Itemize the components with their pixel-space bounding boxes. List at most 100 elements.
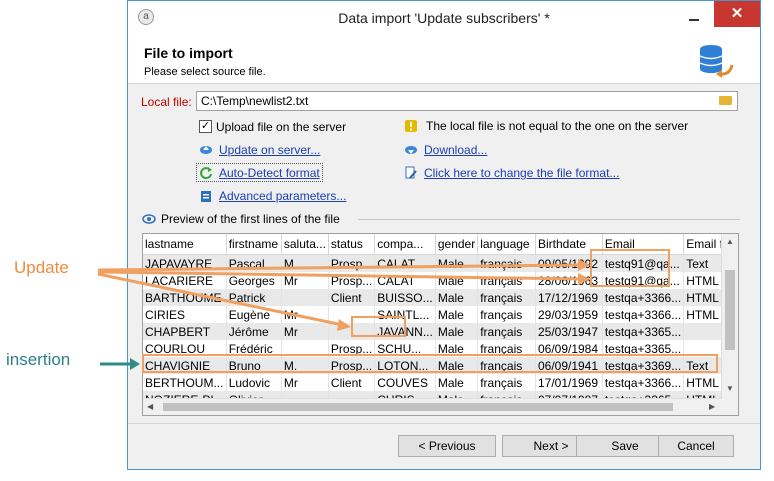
- advanced-parameters-link[interactable]: Advanced parameters...: [219, 189, 346, 203]
- auto-detect-format-link[interactable]: Auto-Detect format: [219, 166, 320, 180]
- upload-file-label: Upload file on the server: [216, 120, 347, 134]
- table-cell: français: [477, 254, 536, 272]
- table-cell: Male: [435, 289, 479, 306]
- table-cell: testqa+3366...: [602, 306, 685, 323]
- table-cell: COUVES: [374, 374, 436, 391]
- table-row[interactable]: BARTHOUME Patrick Client BUISSO... Male franç…: [143, 289, 738, 306]
- scroll-down-icon[interactable]: ▼: [726, 384, 734, 393]
- table-cell: Male: [435, 374, 479, 391]
- vertical-scroll-thumb[interactable]: [725, 270, 735, 350]
- table-cell: Mr: [281, 323, 329, 340]
- table-cell: Prosp...: [328, 254, 376, 272]
- table-cell: Georges: [226, 272, 282, 289]
- table-cell: français: [477, 272, 536, 289]
- preview-column-header[interactable]: lastname: [143, 234, 227, 255]
- table-cell: Male: [435, 254, 479, 272]
- download-cloud-icon: [405, 146, 417, 154]
- horizontal-scrollbar[interactable]: ◀ ▶: [143, 398, 722, 415]
- scroll-right-icon[interactable]: ▶: [709, 402, 715, 411]
- file-mismatch-warning: The local file is not equal to the one o…: [426, 119, 689, 133]
- clipboard-parameters-icon: [201, 191, 211, 202]
- cancel-button[interactable]: Cancel: [658, 435, 734, 457]
- insertion-annotation-label: insertion: [6, 350, 71, 369]
- preview-column-header[interactable]: status: [328, 234, 376, 255]
- preview-section-label: Preview of the first lines of the file: [161, 212, 340, 226]
- update-company-highlight: [351, 316, 406, 337]
- footer-separator: [128, 423, 760, 424]
- table-cell: BERTHOUM...: [143, 374, 227, 391]
- table-cell: Client: [328, 289, 376, 306]
- eye-icon: [142, 214, 156, 224]
- table-cell: Ludovic: [226, 374, 282, 391]
- change-file-format-link[interactable]: Click here to change the file format...: [424, 166, 619, 180]
- table-cell: 17/01/1969: [535, 374, 603, 391]
- import-dialog-window: a Data import 'Update subscribers' * ✕ F…: [127, 0, 761, 470]
- table-cell: français: [477, 323, 536, 340]
- table-cell: CALAT: [374, 272, 436, 289]
- previous-button[interactable]: < Previous: [398, 435, 496, 457]
- preview-column-header[interactable]: saluta...: [281, 234, 329, 255]
- local-file-input[interactable]: C:\Temp\newlist2.txt: [196, 91, 738, 111]
- table-cell: Male: [435, 323, 479, 340]
- wizard-header: File to import Please select source file…: [128, 35, 760, 84]
- update-email-highlight: [590, 249, 670, 287]
- insertion-row-highlight: [142, 354, 718, 373]
- horizontal-scroll-thumb[interactable]: [163, 403, 673, 411]
- table-cell: JAPAVAYRE: [143, 254, 227, 272]
- table-cell: Jérôme: [226, 323, 282, 340]
- table-cell: Patrick: [226, 289, 282, 306]
- table-cell: M.: [281, 254, 329, 272]
- window-title: Data import 'Update subscribers' *: [338, 10, 550, 26]
- table-row[interactable]: BERTHOUM... Ludovic Mr Client COUVES Male fran…: [143, 374, 738, 391]
- table-cell: BUISSO...: [374, 289, 436, 306]
- table-cell: français: [477, 289, 536, 306]
- preview-column-header[interactable]: language: [477, 234, 536, 255]
- table-cell: CHAPBERT: [143, 323, 227, 340]
- table-cell: testqa+3366...: [602, 289, 685, 306]
- preview-separator: [358, 219, 740, 220]
- update-annotation-label: Update: [14, 258, 69, 277]
- table-cell: BARTHOUME: [143, 289, 227, 306]
- table-cell: français: [477, 306, 536, 323]
- close-button[interactable]: ✕: [714, 1, 760, 27]
- update-on-server-link[interactable]: Update on server...: [219, 143, 320, 157]
- table-cell: CALAT: [374, 254, 436, 272]
- table-cell: Mr: [281, 374, 329, 391]
- table-cell: CIRIES: [143, 306, 227, 323]
- scroll-left-icon[interactable]: ◀: [147, 402, 153, 411]
- table-cell: 25/03/1947: [535, 323, 603, 340]
- table-cell: Male: [435, 272, 479, 289]
- preview-column-header[interactable]: firstname: [226, 234, 282, 255]
- table-cell: Pascal: [226, 254, 282, 272]
- title-bar: a Data import 'Update subscribers' * ✕: [128, 1, 760, 35]
- upload-cloud-icon: [200, 146, 212, 154]
- minimize-button[interactable]: [680, 7, 708, 27]
- table-cell: testqa+3365...: [602, 323, 685, 340]
- vertical-scrollbar[interactable]: ▲ ▼: [721, 234, 738, 415]
- table-row[interactable]: CHAPBERT Jérôme Mr JAVANN... Male français 25/…: [143, 323, 738, 340]
- database-import-icon: [699, 45, 734, 78]
- page-subtitle: Please select source file.: [144, 66, 266, 78]
- folder-browse-icon[interactable]: [719, 96, 732, 105]
- table-cell: 17/12/1969: [535, 289, 603, 306]
- page-title: File to import: [144, 45, 233, 61]
- table-cell: [281, 289, 329, 306]
- table-cell: testqa+3366...: [602, 374, 685, 391]
- table-row[interactable]: CIRIES Eugène Mr SAINTL... Male français 29/03…: [143, 306, 738, 323]
- edit-document-icon: [405, 166, 417, 179]
- table-cell: français: [477, 374, 536, 391]
- preview-column-header[interactable]: compa...: [374, 234, 436, 255]
- warning-icon: [405, 120, 417, 132]
- table-cell: Eugène: [226, 306, 282, 323]
- upload-file-checkbox[interactable]: ✓: [199, 120, 212, 133]
- local-file-label: Local file:: [141, 95, 192, 109]
- scroll-up-icon[interactable]: ▲: [726, 237, 734, 246]
- table-cell: LACARIERE: [143, 272, 227, 289]
- table-cell: Client: [328, 374, 376, 391]
- preview-column-header[interactable]: gender: [435, 234, 479, 255]
- table-cell: 29/03/1959: [535, 306, 603, 323]
- table-cell: Prosp...: [328, 272, 376, 289]
- download-link[interactable]: Download...: [424, 143, 487, 157]
- table-cell: Mr: [281, 272, 329, 289]
- table-cell: Male: [435, 306, 479, 323]
